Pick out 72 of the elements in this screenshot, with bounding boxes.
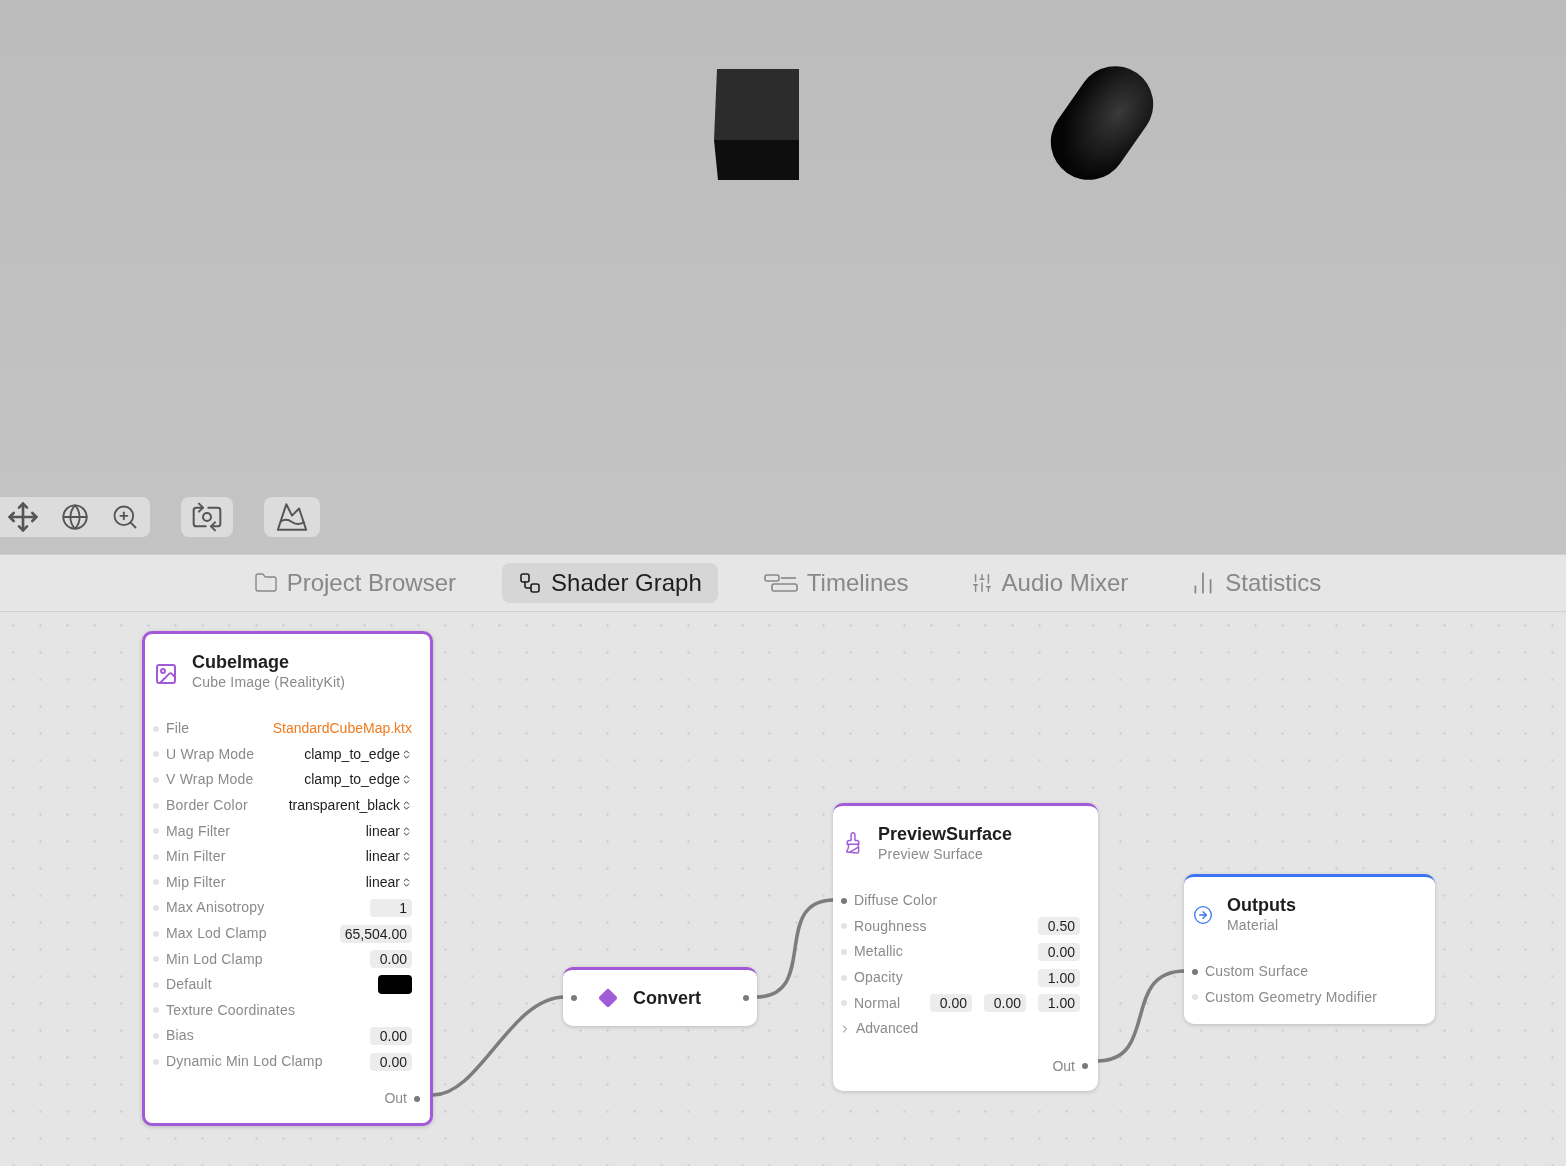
- updown-chevron-icon: [401, 851, 412, 863]
- node-graph-icon: [518, 571, 543, 595]
- number-field[interactable]: 65,504.00: [339, 924, 412, 943]
- node-subtitle: Preview Surface: [878, 846, 984, 862]
- updown-chevron-icon: [401, 774, 412, 786]
- viewport[interactable]: [0, 0, 1566, 554]
- input-label: Roughness: [854, 916, 927, 936]
- number-field[interactable]: 1.00: [1038, 968, 1080, 987]
- image-icon: [154, 662, 178, 686]
- input-label: Bias: [166, 1026, 195, 1046]
- camera-button[interactable]: [181, 497, 233, 537]
- input-label: Advanced: [856, 1019, 919, 1039]
- input-label: Min Filter: [166, 847, 226, 867]
- number-field[interactable]: 0.50: [1038, 917, 1080, 936]
- input-label: Dynamic Min Lod Clamp: [166, 1052, 323, 1071]
- input-label: Custom Geometry Modifier: [1205, 987, 1378, 1007]
- color-swatch[interactable]: [378, 975, 412, 995]
- number-field[interactable]: 0.00: [1038, 943, 1080, 961]
- input-label: Max Lod Clamp: [166, 924, 267, 944]
- value-dropdown[interactable]: linear: [365, 820, 412, 842]
- updown-chevron-icon: [401, 825, 412, 837]
- graph-node[interactable]: Outputs Material Custom Surface Custom Geometry Modifier: [1184, 874, 1435, 1025]
- number-field[interactable]: 0.00: [370, 950, 412, 969]
- panel-tab[interactable]: Shader Graph: [502, 563, 718, 603]
- input-label: Mip Filter: [166, 872, 226, 892]
- input-label: File: [166, 719, 190, 739]
- graph-node[interactable]: [142, 631, 433, 1127]
- number-field[interactable]: 0.00: [370, 1052, 412, 1071]
- number-field[interactable]: 0.00: [984, 994, 1026, 1013]
- move-icon[interactable]: [7, 501, 39, 533]
- input-label: Opacity: [854, 968, 903, 988]
- value-dropdown[interactable]: clamp_to_edge: [304, 769, 412, 791]
- updown-chevron-icon: [401, 800, 412, 812]
- input-label: Max Anisotropy: [166, 898, 265, 918]
- node-title: Outputs: [1227, 894, 1296, 917]
- node-title: PreviewSurface: [878, 823, 1013, 846]
- input-label: Custom Surface: [1205, 962, 1309, 982]
- number-field[interactable]: 1: [370, 898, 412, 917]
- input-label: Metallic: [854, 942, 904, 962]
- sliders-icon: [970, 572, 993, 594]
- value-dropdown[interactable]: clamp_to_edge: [304, 743, 412, 765]
- input-label: Border Color: [166, 796, 248, 816]
- value-dropdown[interactable]: linear: [365, 871, 412, 893]
- number-field[interactable]: 0.00: [930, 994, 972, 1013]
- folder-icon: [253, 571, 278, 595]
- value-dropdown[interactable]: transparent_black: [288, 795, 412, 817]
- updown-chevron-icon: [401, 748, 412, 760]
- node-title: CubeImage: [192, 651, 291, 674]
- node-title: Convert: [633, 986, 701, 1010]
- timeline-icon: [763, 573, 798, 593]
- input-label: Min Lod Clamp: [166, 949, 263, 969]
- input-label: Mag Filter: [166, 821, 231, 841]
- input-label: Default: [166, 975, 212, 995]
- input-label: Normal: [854, 993, 901, 1013]
- graph-node[interactable]: Convert: [563, 967, 757, 1026]
- environment-button[interactable]: [264, 497, 320, 537]
- value-dropdown[interactable]: linear: [365, 846, 412, 868]
- output-label: Out: [1052, 1056, 1075, 1076]
- input-label: Texture Coordinates: [166, 1000, 296, 1020]
- node-subtitle: Material: [1227, 917, 1280, 933]
- input-label: Diffuse Color: [854, 891, 938, 911]
- graph-node[interactable]: PreviewSurface Preview Surface Diffuse Color Roughness 0.50 Metallic 0.00 Opacity 1.00 Normal 0.00 0.00 1.00 Advanced Out: [833, 803, 1098, 1091]
- output-label: Out: [384, 1089, 407, 1109]
- input-label: V Wrap Mode: [166, 770, 254, 790]
- arrow-circle-icon: [1193, 905, 1213, 925]
- number-field[interactable]: 0.00: [370, 1026, 412, 1045]
- node-subtitle: Cube Image (RealityKit): [192, 674, 346, 690]
- number-field[interactable]: 1.00: [1038, 994, 1080, 1013]
- updown-chevron-icon: [401, 876, 412, 888]
- zoom-icon[interactable]: [111, 503, 139, 531]
- globe-icon[interactable]: [61, 503, 89, 531]
- input-label: U Wrap Mode: [166, 744, 255, 764]
